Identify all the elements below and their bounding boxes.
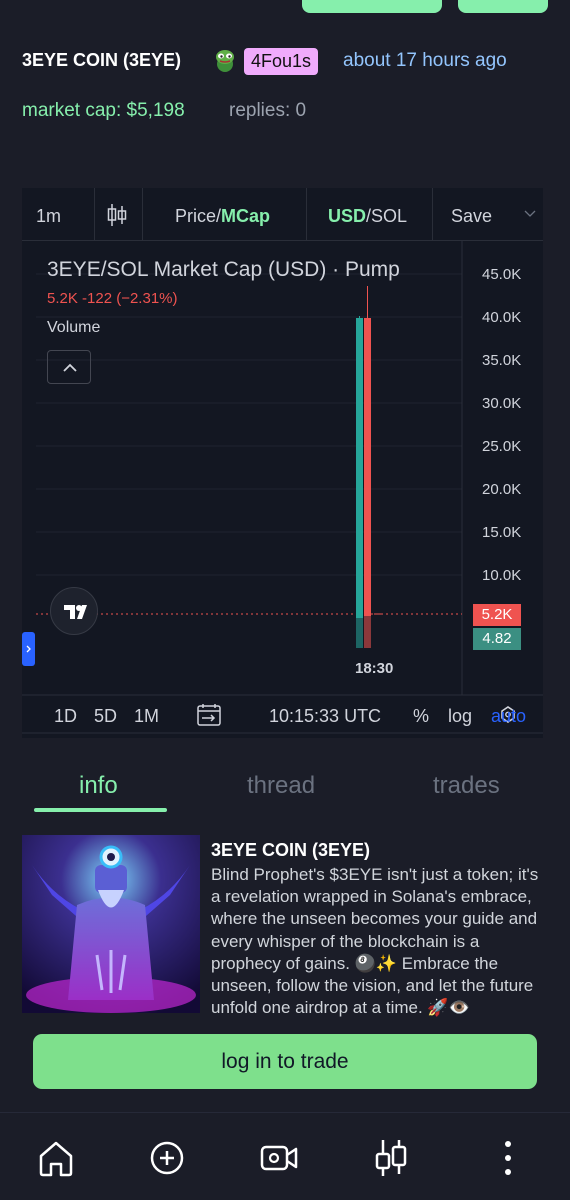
sol-option: /SOL: [366, 206, 408, 226]
video-icon[interactable]: [257, 1136, 301, 1180]
chart-icon[interactable]: [369, 1136, 413, 1180]
chart-plot[interactable]: [22, 240, 543, 738]
toolbar-divider: [432, 188, 433, 240]
volume-label: Volume: [47, 319, 101, 336]
created-time: about 17 hours ago: [343, 50, 507, 71]
date-range-icon[interactable]: [196, 703, 222, 727]
y-tick-label: 15.0K: [482, 524, 522, 541]
y-tick-label: 10.0K: [482, 567, 522, 584]
last-price-tag: 5.2K: [473, 604, 521, 626]
market-cap: market cap: $5,198: [22, 100, 185, 121]
auto-scale-toggle[interactable]: auto: [491, 706, 526, 727]
tab-info[interactable]: info: [79, 772, 118, 800]
active-tab-indicator: [34, 808, 167, 812]
ohlc-readout: 5.2K -122 (−2.31%): [47, 290, 178, 307]
side-panel-handle[interactable]: [22, 632, 35, 666]
y-tick-label: 20.0K: [482, 481, 522, 498]
home-icon[interactable]: [34, 1136, 78, 1180]
tab-thread[interactable]: thread: [247, 772, 315, 800]
grid-lines: [22, 240, 543, 734]
create-icon[interactable]: [145, 1136, 189, 1180]
price-chart-widget[interactable]: 1m Price/MCap USD/SOL Save 3EYE/SOL Mark…: [22, 188, 543, 738]
chart-title: 3EYE/SOL Market Cap (USD) · Pump: [47, 258, 400, 281]
log-toggle[interactable]: log: [448, 706, 472, 727]
y-tick-label: 45.0K: [482, 266, 522, 283]
candle-up: [356, 318, 363, 618]
chevron-down-icon[interactable]: [524, 210, 536, 218]
tab-trades[interactable]: trades: [433, 772, 500, 800]
y-tick-label: 30.0K: [482, 395, 522, 412]
x-tick-label: 18:30: [355, 660, 394, 677]
usd-option: USD: [328, 206, 367, 226]
mcap-option: MCap: [221, 206, 271, 226]
top-action-button-1[interactable]: [302, 0, 442, 13]
save-button[interactable]: Save: [451, 206, 492, 227]
utc-clock[interactable]: 10:15:33 UTC: [269, 706, 381, 727]
bottom-nav: [0, 1112, 570, 1200]
coin-image: [22, 835, 200, 1013]
volume-tag: 4.82: [473, 628, 521, 650]
chevron-up-icon: [63, 363, 77, 372]
coin-name: 3EYE COIN (3EYE): [22, 50, 182, 70]
toolbar-divider: [142, 188, 143, 240]
range-1m[interactable]: 1M: [134, 706, 159, 727]
range-5d[interactable]: 5D: [94, 706, 117, 727]
usd-sol-toggle[interactable]: USD/SOL: [328, 206, 407, 227]
info-description: Blind Prophet's $3EYE isn't just a token…: [211, 865, 539, 1018]
tradingview-logo-icon: [64, 605, 87, 619]
replies-count: replies: 0: [229, 100, 307, 121]
info-title: 3EYE COIN (3EYE): [211, 840, 371, 860]
price-mcap-toggle[interactable]: Price/MCap: [175, 206, 270, 227]
y-tick-label: 25.0K: [482, 438, 522, 455]
creator-badge[interactable]: 4Fou1s: [244, 48, 319, 75]
range-1d[interactable]: 1D: [54, 706, 77, 727]
login-to-trade-button[interactable]: log in to trade: [33, 1034, 537, 1089]
toolbar-divider: [306, 188, 307, 240]
collapse-legend-button[interactable]: [47, 350, 91, 384]
toolbar-divider: [94, 188, 95, 240]
pepe-avatar-icon: [216, 50, 234, 72]
price-option: Price/: [175, 206, 222, 226]
candle-down: [364, 318, 371, 616]
interval-selector[interactable]: 1m: [36, 206, 61, 227]
chevron-right-icon: [26, 645, 31, 653]
more-icon[interactable]: [486, 1136, 530, 1180]
tradingview-logo[interactable]: [50, 587, 98, 635]
percent-toggle[interactable]: %: [413, 706, 429, 727]
top-action-button-2[interactable]: [458, 0, 548, 13]
candle-type-icon[interactable]: [106, 202, 128, 228]
y-tick-label: 40.0K: [482, 309, 522, 326]
y-tick-label: 35.0K: [482, 352, 522, 369]
